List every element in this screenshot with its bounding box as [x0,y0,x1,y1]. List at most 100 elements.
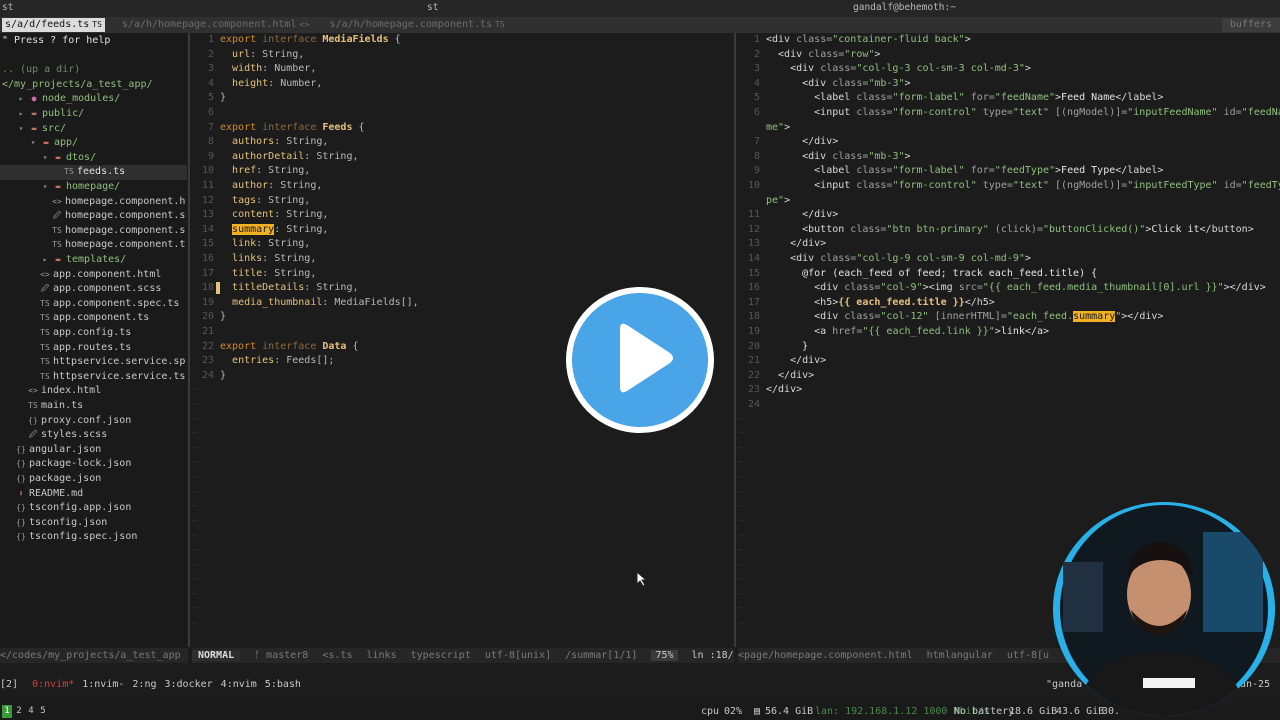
code-line[interactable]: 14 <div class="col-lg-9 col-sm-9 col-md-… [738,252,1031,267]
code-line[interactable]: 7 export interface Feeds { [192,121,365,136]
tree-item[interactable]: ⬇ README.md [0,487,187,502]
tree-item[interactable]: TS main.ts [0,399,187,414]
tree-item[interactable]: </my_projects/a_test_app/ [0,78,187,93]
tree-item[interactable]: TS app.component.ts [0,311,187,326]
file-explorer[interactable]: " Press ? for help .. (up a dir) </my_proj… [0,33,187,647]
code-line[interactable]: 6 <input class="form-control" type="text… [738,106,1280,121]
tree-item[interactable]: ▸ ▬ templates/ [0,253,187,268]
tree-item[interactable]: TS httpservice.service.ts [0,370,187,385]
tree-item[interactable]: ▸ ● node_modules/ [0,92,187,107]
tmux-window[interactable]: 3:docker [165,679,213,690]
tree-item[interactable]: <> index.html [0,384,187,399]
tree-item[interactable]: {} tsconfig.spec.json [0,530,187,545]
tmux-window[interactable]: 5:bash [265,679,301,690]
code-line[interactable]: 6 [192,106,220,121]
tree-item[interactable]: ▾ ▬ homepage/ [0,180,187,195]
tree-item[interactable]: .. (up a dir) [0,63,187,78]
code-line[interactable]: 4 <div class="mb-3"> [738,77,911,92]
tmux-window[interactable]: 2:ng [132,679,156,690]
code-line[interactable]: 4 height: Number, [192,77,322,92]
workspace-button[interactable]: 1 [2,704,12,718]
code-line[interactable]: 15 @for (each_feed of feed; track each_f… [738,267,1097,282]
tree-item[interactable]: TS httpservice.service.sp [0,355,187,370]
code-line[interactable]: 15 link: String, [192,237,310,252]
code-line[interactable]: 13 content: String, [192,208,328,223]
buffers-label[interactable]: buffers [1221,18,1280,32]
code-line[interactable]: 17 <h5>{{ each_feed.title }}</h5> [738,296,995,311]
tree-item[interactable]: TS app.component.spec.ts [0,297,187,312]
code-line[interactable]: 12 <button class="btn btn-primary" (clic… [738,223,1254,238]
code-line[interactable]: 5} [192,91,226,106]
code-line[interactable]: 8 authors: String, [192,135,328,150]
workspace-button[interactable]: 5 [38,705,48,718]
code-line[interactable]: 3 <div class="col-lg-3 col-sm-3 col-md-3… [738,62,1031,77]
code-line[interactable]: 9 <label class="form-label" for="feedTyp… [738,164,1163,179]
code-line[interactable]: 10 <input class="form-control" type="tex… [738,179,1280,194]
workspace-button[interactable]: 2 [14,705,24,718]
tree-item[interactable]: ▾ ▬ app/ [0,136,187,151]
tree-item[interactable]: 🖉 homepage.component.s [0,209,187,224]
chevron-down-icon[interactable]: ▾ [28,136,38,151]
tree-item[interactable]: {} tsconfig.json [0,516,187,531]
tmux-window[interactable]: 1:nvim- [82,679,124,690]
code-line[interactable]: 24} [192,369,226,384]
code-line[interactable]: 13 </div> [738,237,826,252]
tree-item[interactable]: ▸ ▬ public/ [0,107,187,122]
code-line[interactable]: 5 <label class="form-label" for="feedNam… [738,91,1163,106]
code-line[interactable]: 1 export interface MediaFields { [192,33,401,48]
code-line[interactable]: 16 links: String, [192,252,316,267]
chevron-right-icon[interactable]: ▸ [16,107,26,122]
code-line[interactable]: 20 } [738,340,808,355]
tree-item[interactable]: {} package-lock.json [0,457,187,472]
tree-item[interactable]: {} package.json [0,472,187,487]
code-line[interactable]: 1 <div class="container-fluid back"> [738,33,971,48]
tree-item[interactable]: {} tsconfig.app.json [0,501,187,516]
code-line[interactable]: 14 summary: String, [192,223,328,238]
code-line[interactable]: 10 href: String, [192,164,310,179]
code-line[interactable]: 11 </div> [738,208,838,223]
code-line[interactable]: 21 [192,325,220,340]
code-line[interactable]: me"> [738,121,790,136]
code-line[interactable]: 22 </div> [738,369,814,384]
code-line[interactable]: 8 <div class="mb-3"> [738,150,911,165]
chevron-down-icon[interactable]: ▾ [40,180,50,195]
code-line[interactable]: 17 title: String, [192,267,316,282]
code-line[interactable]: 21 </div> [738,354,826,369]
code-line[interactable]: 2 url: String, [192,48,304,63]
code-line[interactable]: 19 media_thumbnail: MediaFields[], [192,296,419,311]
chevron-right-icon[interactable]: ▸ [16,92,26,107]
tree-item[interactable]: TS homepage.component.s [0,224,187,239]
code-line[interactable]: 7 </div> [738,135,838,150]
code-line[interactable]: 12 tags: String, [192,194,310,209]
code-line[interactable]: 24 [738,398,766,413]
chevron-down-icon[interactable]: ▾ [16,122,26,137]
code-line[interactable]: 18 titleDetails: String, [192,281,358,296]
code-line[interactable]: pe"> [738,194,790,209]
tree-item[interactable]: ▾ ▬ src/ [0,122,187,137]
code-line[interactable]: 16 <div class="col-9"><img src="{{ each_… [738,281,1266,296]
code-line[interactable]: 18 <div class="col-12" [innerHTML]="each… [738,310,1163,325]
code-line[interactable]: 2 <div class="row"> [738,48,880,63]
tree-item[interactable]: <> homepage.component.h [0,195,187,210]
tab-2[interactable]: s/a/h/homepage.component.ts TS [327,18,508,32]
tree-item[interactable]: 🖉 styles.scss [0,428,187,443]
code-line[interactable]: 20} [192,310,226,325]
tree-item[interactable]: " Press ? for help [0,34,187,49]
tree-item[interactable]: {} angular.json [0,443,187,458]
code-line[interactable]: 3 width: Number, [192,62,316,77]
tree-item[interactable]: ▾ ▬ dtos/ [0,151,187,166]
code-line[interactable]: 19 <a href="{{ each_feed.link }}">link</… [738,325,1049,340]
tmux-window[interactable]: 0:nvim* [32,679,74,690]
code-line[interactable]: 23 entries: Feeds[]; [192,354,334,369]
chevron-right-icon[interactable]: ▸ [40,253,50,268]
video-play-button[interactable] [566,287,714,433]
tree-item[interactable]: TS app.config.ts [0,326,187,341]
tree-item[interactable]: {} proxy.conf.json [0,414,187,429]
code-line[interactable]: 22 export interface Data { [192,340,359,355]
workspace-button[interactable]: 4 [26,705,36,718]
code-line[interactable]: 11 author: String, [192,179,322,194]
tree-item[interactable]: <> app.component.html [0,268,187,283]
tree-item[interactable]: 🖉 app.component.scss [0,282,187,297]
tree-item[interactable]: TS homepage.component.t [0,238,187,253]
tree-item[interactable]: TS feeds.ts [0,165,187,180]
